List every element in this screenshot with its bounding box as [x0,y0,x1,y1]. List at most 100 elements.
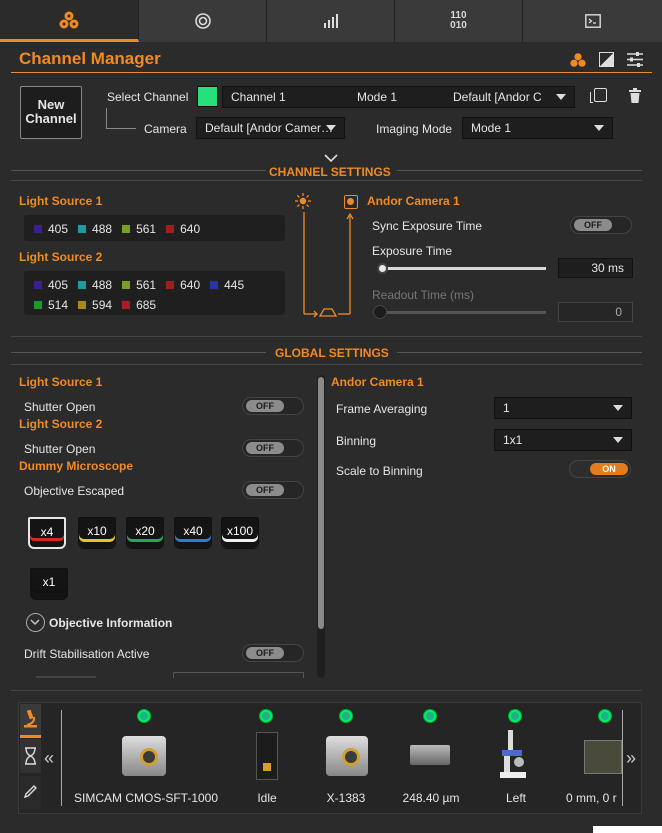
page-title: Channel Manager [19,49,161,68]
new-channel-label-2: Channel [25,111,77,126]
device-status-dot [424,710,436,722]
wavelength-label: 488 [92,222,113,236]
global-scrollbar-thumb[interactable] [318,377,324,629]
shutter1-label: Shutter Open [24,400,96,414]
bar-chart-icon [323,14,338,28]
wavelength-swatch [77,300,88,310]
chevron-down-icon [556,94,566,100]
wavelength-swatch [165,280,176,290]
wavelength-swatch [33,224,43,234]
readout-slider-thumb [373,305,387,319]
shutter2-toggle[interactable]: OFF [242,439,304,457]
expand-chevron-icon[interactable] [26,613,45,632]
toggle-state: OFF [246,647,284,659]
wavelength-label: 594 [92,298,113,312]
device-label: SIMCAM CMOS-SFT-1000 [74,791,219,805]
chevron-down-icon [594,125,604,131]
wavelength-swatch [121,300,132,310]
channel-cells-icon[interactable] [569,52,587,71]
stage-device-icon[interactable] [410,745,450,765]
exposure-slider-track[interactable] [380,267,546,270]
device-tab-timer[interactable] [20,739,41,773]
wavelength-item: 640 [165,222,200,236]
toggle-state: OFF [574,219,612,231]
cells-icon [59,11,79,28]
wavelength-swatch [77,280,88,290]
sliders-icon[interactable] [626,51,644,71]
objective-button-x4[interactable]: x4 [28,517,66,549]
sync-exposure-toggle[interactable]: OFF [570,216,632,234]
objective-label: x4 [40,525,54,539]
pencil-icon [23,785,37,799]
wavelength-swatch [121,224,132,234]
imaging-mode-select[interactable]: Mode 1 [462,117,613,139]
microscope-icon [24,710,37,728]
wavelength-item: 488 [77,278,112,292]
global-scrollbar-track[interactable] [317,375,325,678]
title-divider [11,72,652,73]
collapse-chevron-icon[interactable] [324,151,338,165]
objective-button-x1[interactable]: x1 [30,568,68,600]
copy-icon[interactable] [594,88,607,102]
objective-info-label[interactable]: Objective Information [49,616,172,630]
shutter-device-icon[interactable] [256,732,278,780]
readout-time-value: 0 [615,305,622,319]
channel-color-swatch[interactable] [197,86,218,107]
wavelength-label: 405 [48,278,69,292]
trash-icon[interactable] [629,88,641,106]
camera-label: Camera [144,122,187,136]
cropped-field [173,672,304,678]
scroll-right-icon[interactable]: » [626,748,636,769]
camera-device-icon[interactable] [122,736,166,776]
wavelength-item: 685 [121,298,156,312]
new-channel-label-1: New [37,97,65,112]
device-tab-edit[interactable] [20,776,41,810]
readout-time-input: 0 [558,302,633,322]
divider [11,336,642,337]
wavelength-swatch [165,224,176,234]
exposure-time-label: Exposure Time [372,244,453,258]
exposure-slider-thumb[interactable] [377,263,388,274]
shutter1-toggle[interactable]: OFF [242,397,304,415]
microscope-title: Dummy Microscope [19,459,134,473]
frame-averaging-select[interactable]: 1 [494,397,632,419]
objective-escaped-toggle[interactable]: OFF [242,481,304,499]
stage2-device-icon[interactable] [584,740,622,774]
window-edge [593,826,662,833]
readout-time-label: Readout Time (ms) [372,288,475,302]
objective-button-x10[interactable]: x10 [78,517,116,549]
microscope-device-icon[interactable] [500,730,526,778]
binning-select[interactable]: 1x1 [494,429,632,451]
tab-terminal[interactable] [523,0,662,42]
scale-to-binning-toggle[interactable]: ON [569,460,631,478]
objective-button-x100[interactable]: x100 [221,517,259,549]
wavelength-swatch [209,280,220,290]
contrast-icon[interactable] [599,52,614,67]
sun-icon [295,193,311,212]
camera-select[interactable]: Default [Andor Camer… [196,117,345,139]
wavelength-item: 561 [121,222,156,236]
objective-label: x10 [87,524,107,538]
select-channel-label: Select Channel [107,90,189,104]
camera2-device-icon[interactable] [326,736,368,776]
global-camera-title: Andor Camera 1 [331,375,424,389]
tab-cells[interactable] [0,0,139,42]
scroll-right-divider [622,710,623,806]
exposure-time-input[interactable]: 30 ms [558,258,633,278]
tab-binary[interactable]: 110 010 [395,0,523,42]
drift-toggle[interactable]: OFF [242,644,304,662]
wavelength-item: 405 [33,278,68,292]
device-tab-microscope[interactable] [20,704,41,738]
new-channel-button[interactable]: New Channel [20,86,82,139]
wavelength-label: 445 [224,278,245,292]
objective-button-x20[interactable]: x20 [126,517,164,549]
channel-select[interactable]: Channel 1 Mode 1 Default [Andor C [222,86,575,108]
binary-icon: 110 010 [450,10,467,31]
device-label: 0 mm, 0 r [566,791,617,805]
tab-target[interactable] [139,0,267,42]
objective-button-x40[interactable]: x40 [174,517,212,549]
objective-escaped-label: Objective Escaped [24,484,125,498]
camera-icon [344,195,358,209]
scroll-left-icon[interactable]: « [44,748,54,769]
tab-chart[interactable] [267,0,395,42]
